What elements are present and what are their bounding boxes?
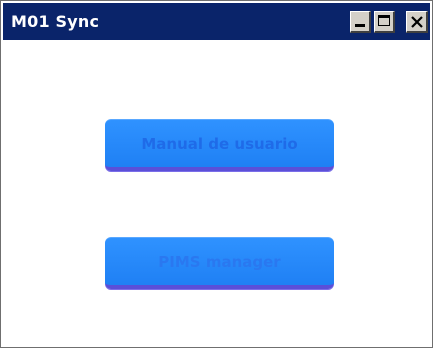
maximize-button[interactable] xyxy=(374,11,395,33)
manual-de-usuario-label: Manual de usuario xyxy=(141,134,298,153)
minimize-icon xyxy=(355,24,365,27)
pims-manager-button[interactable]: PIMS manager xyxy=(105,237,334,289)
window-title: M01 Sync xyxy=(11,12,100,31)
app-window: M01 Sync Manual de usuario PIMS manager xyxy=(0,0,433,348)
close-icon xyxy=(411,16,423,28)
maximize-icon xyxy=(378,15,390,26)
minimize-button[interactable] xyxy=(350,11,371,33)
pims-manager-label: PIMS manager xyxy=(158,252,281,271)
title-bar[interactable]: M01 Sync xyxy=(3,3,430,40)
close-button[interactable] xyxy=(406,11,428,33)
manual-de-usuario-button[interactable]: Manual de usuario xyxy=(105,119,334,171)
